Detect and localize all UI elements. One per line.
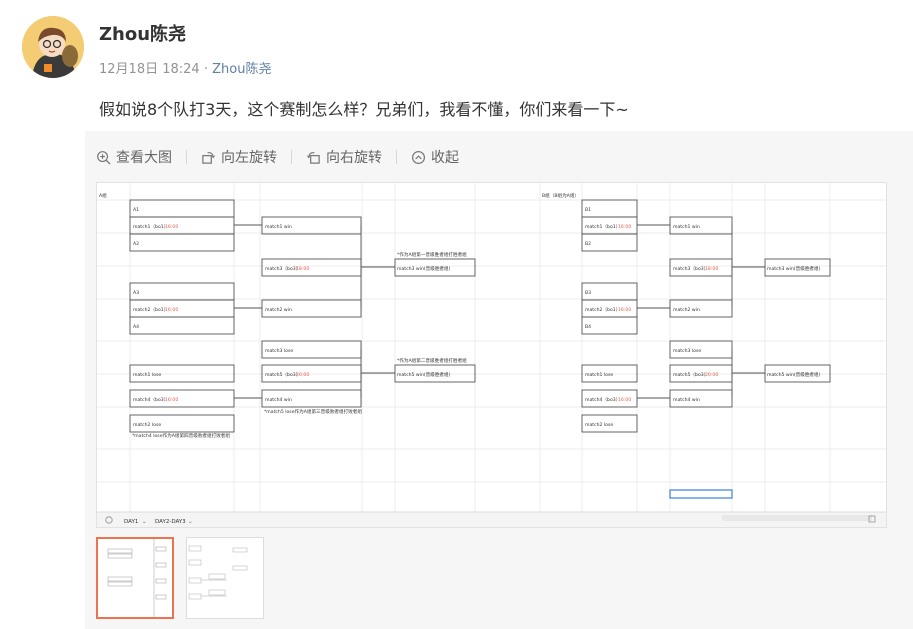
note-second: *作为A组第二晋级胜者组打胜者组 [397,357,467,364]
view-large-label: 查看大图 [116,150,172,166]
sheet-scrollbar[interactable] [722,515,872,521]
team-a4: A4 [133,324,139,330]
team-a3: A3 [133,290,139,296]
thumbnail-1-preview [98,539,172,617]
tab-day1[interactable]: DAY1 [124,519,138,525]
b-match2-lose: match2 lose [585,422,613,428]
team-b4: B4 [585,324,591,330]
b-match5-label: match5（bo3） [673,372,708,378]
team-a2: A2 [133,241,139,247]
match4-label: match4（bo3） [133,397,168,403]
selected-cell [669,489,733,499]
post-date[interactable]: 12月18日 18:24 [99,62,200,77]
collapse-label: 收起 [431,150,459,166]
username[interactable]: Zhou陈尧 [99,20,186,46]
sheet-tab-bar: DAY1 ⌄ DAY2-DAY3 ⌄ [97,511,886,527]
match1-win: match1 win [265,224,292,230]
team-a1: A1 [133,207,139,213]
team-b3: B3 [585,290,591,296]
match5-label: match5（bo3） [265,372,300,378]
b-match1-time: 16:00 [618,224,631,230]
match5-time: 20:00 [296,372,309,378]
group-b-label: B组（B组为A组） [542,192,579,199]
rotate-left-label: 向左旋转 [221,150,277,166]
view-large-button[interactable]: 查看大图 [96,147,172,167]
team-b1: B1 [585,207,591,213]
b-match3-label: match3（bo3） [673,266,708,272]
b-match2-win: match2 win [673,307,700,313]
tab-day2-chevron[interactable]: ⌄ [188,519,193,525]
collapse-icon [411,150,426,164]
zoom-in-icon [97,150,111,165]
avatar-illustration [22,16,84,78]
match3-lose: match3 lose [265,348,293,354]
match3-label: match3（bo3） [265,266,300,272]
match1-label: match1（bo1） [133,224,168,230]
thumbnail-1[interactable] [96,537,174,619]
spreadsheet-image[interactable]: A组 B组（B组为A组） A1 match1（bo1） 16:00 A2 A3 … [96,182,887,528]
match1-time: 16:00 [165,224,178,230]
b-match1-win: match1 win [673,224,700,230]
group-a-label: A组 [99,192,107,199]
toolbar-divider [396,150,397,164]
meta-separator: · [203,62,208,77]
post-source-link[interactable]: Zhou陈尧 [212,62,271,77]
rotate-left-button[interactable]: 向左旋转 [201,147,277,167]
b-match4-win: match4 win [673,397,700,403]
b-match5-time: 20:00 [705,372,718,378]
match4-win: match4 win [265,397,292,403]
match1-lose: match1 lose [133,372,161,378]
match2-time: 16:00 [165,307,178,313]
team-b2: B2 [585,241,591,247]
rotate-left-icon [202,151,216,164]
b-match3-lose: match3 lose [673,348,701,354]
toolbar-divider [291,150,292,164]
match2-label: match2（bo1） [133,307,168,313]
rotate-right-button[interactable]: 向右旋转 [306,147,382,167]
thumbnail-2[interactable] [186,537,264,619]
b-match5-win-adv: match5 win(晋级胜者组) [767,371,821,378]
tab-day2[interactable]: DAY2-DAY3 [155,519,186,525]
post-text: 假如说8个队打3天，这个赛制怎么样？兄弟们，我看不懂，你们来看一下~ [99,100,629,119]
b-match4-time: 16:00 [618,397,631,403]
b-match4-label: match4（bo3） [585,397,620,403]
rotate-right-label: 向右旋转 [326,150,382,166]
note-winner: *作为A组第一晋级胜者组打胜者组 [397,251,467,258]
avatar[interactable] [22,16,84,78]
bracket-sheet: A组 B组（B组为A组） A1 match1（bo1） 16:00 A2 A3 … [97,183,886,527]
post-meta: 12月18日 18:24 · Zhou陈尧 [99,58,271,77]
note-match4-lose: *match4 lose作为A组第四晋级败者组打败者组 [132,432,230,439]
match4-time: 16:00 [165,397,178,403]
collapse-button[interactable]: 收起 [411,147,459,167]
grid-lines [97,183,886,513]
match2-win: match2 win [265,307,292,313]
bracket-boxes [129,199,831,433]
note-match5-lose: *match5 lose作为A组第三晋级败者组打败者组 [264,408,362,415]
toolbar-divider [186,150,187,164]
match2-lose: match2 lose [133,422,161,428]
match3-win-adv: match3 win(晋级胜者组) [397,265,451,272]
b-match1-label: match1（bo1） [585,224,620,230]
tab-day1-chevron[interactable]: ⌄ [142,519,147,525]
match5-win-adv: match5 win(晋级胜者组) [397,371,451,378]
b-match1-lose: match1 lose [585,372,613,378]
b-match2-label: match2（bo1） [585,307,620,313]
thumbnail-2-preview [187,538,263,618]
b-match2-time: 16:00 [618,307,631,313]
b-match3-time: 18:00 [705,266,718,272]
rotate-right-icon [306,151,320,164]
match3-time: 18:00 [296,266,309,272]
bracket-text: A组 B组（B组为A组） A1 match1（bo1） 16:00 A2 A3 … [99,192,821,439]
b-match3-win-adv: match3 win(晋级胜者组) [767,265,821,272]
image-toolbar: 查看大图 向左旋转 向右旋转 收起 [96,146,459,168]
